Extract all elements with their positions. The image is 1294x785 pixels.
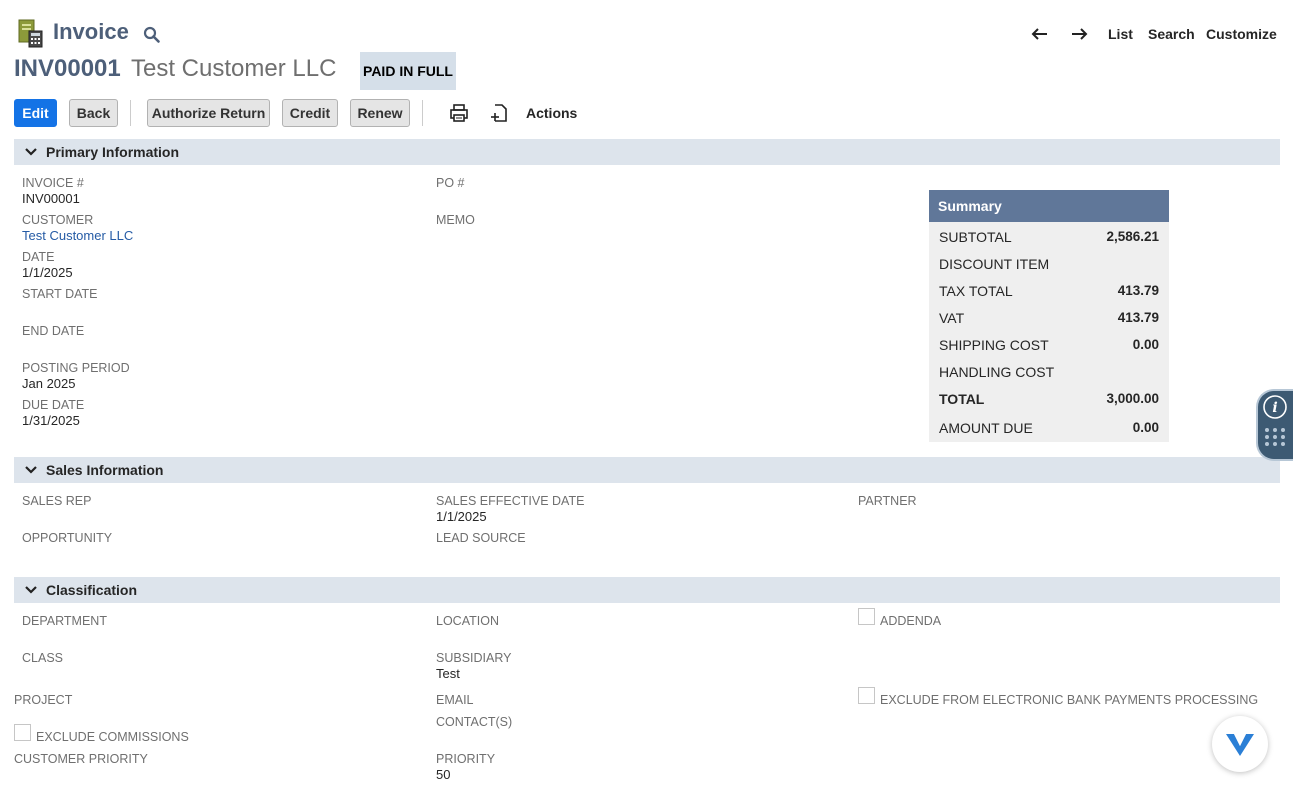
posting-period-value: Jan 2025: [22, 376, 76, 391]
print-icon[interactable]: [448, 102, 470, 124]
toolbar-divider: [130, 100, 131, 126]
invoice-number-label: INVOICE #: [22, 176, 84, 190]
summary-value: 413.79: [1117, 283, 1159, 298]
location-label: LOCATION: [436, 614, 499, 628]
status-badge: PAID IN FULL: [360, 52, 456, 90]
search-icon[interactable]: [143, 26, 161, 44]
sales-effective-date-label: SALES EFFECTIVE DATE: [436, 494, 585, 508]
summary-panel: Summary SUBTOTAL 2,586.21 DISCOUNT ITEM …: [929, 190, 1169, 442]
exclude-commissions-checkbox[interactable]: [14, 724, 31, 741]
summary-label: TOTAL: [939, 391, 985, 407]
summary-row-total: TOTAL 3,000.00: [939, 391, 1159, 407]
summary-row-shipping-cost: SHIPPING COST 0.00: [939, 337, 1159, 353]
addenda-checkbox[interactable]: [858, 608, 875, 625]
po-number-label: PO #: [436, 176, 465, 190]
summary-value: 0.00: [1132, 337, 1159, 352]
page-type-title: Invoice: [53, 19, 129, 44]
summary-title: Summary: [929, 190, 1169, 222]
contacts-label: CONTACT(S): [436, 715, 513, 729]
class-label: CLASS: [22, 651, 63, 665]
partner-label: PARTNER: [858, 494, 917, 508]
info-icon[interactable]: i: [1258, 391, 1293, 461]
back-button[interactable]: Back: [69, 99, 118, 127]
invoice-number-value: INV00001: [22, 191, 80, 206]
summary-value: 413.79: [1117, 310, 1159, 325]
chevron-down-icon: [25, 586, 37, 594]
customer-label: CUSTOMER: [22, 213, 94, 227]
actions-menu[interactable]: Actions: [526, 105, 577, 121]
email-label: EMAIL: [436, 693, 474, 707]
start-date-label: START DATE: [22, 287, 98, 301]
search-link[interactable]: Search: [1148, 26, 1195, 42]
date-value: 1/1/2025: [22, 265, 73, 280]
edit-button[interactable]: Edit: [14, 99, 57, 127]
project-label: PROJECT: [14, 693, 73, 707]
summary-label: DISCOUNT ITEM: [939, 256, 1050, 272]
summary-label: AMOUNT DUE: [939, 420, 1033, 436]
list-link[interactable]: List: [1108, 26, 1133, 42]
previous-arrow-icon[interactable]: [1030, 24, 1050, 44]
customize-link[interactable]: Customize: [1206, 26, 1277, 42]
summary-row-amount-due: AMOUNT DUE 0.00: [939, 420, 1159, 436]
due-date-value: 1/31/2025: [22, 413, 80, 428]
summary-row-handling-cost: HANDLING COST: [939, 364, 1159, 380]
credit-button[interactable]: Credit: [282, 99, 338, 127]
exclude-commissions-label: EXCLUDE COMMISSIONS: [36, 730, 189, 744]
lead-source-label: LEAD SOURCE: [436, 531, 526, 545]
chevron-down-icon: [25, 466, 37, 474]
section-sales-information[interactable]: Sales Information: [14, 457, 1280, 483]
end-date-label: END DATE: [22, 324, 85, 338]
exclude-bank-payments-checkbox[interactable]: [858, 687, 875, 704]
sales-rep-label: SALES REP: [22, 494, 92, 508]
record-name: Test Customer LLC: [131, 55, 337, 82]
memo-label: MEMO: [436, 213, 475, 227]
exclude-bank-payments-label: EXCLUDE FROM ELECTRONIC BANK PAYMENTS PR…: [880, 693, 1259, 707]
summary-label: HANDLING COST: [939, 364, 1055, 380]
department-label: DEPARTMENT: [22, 614, 107, 628]
addenda-label: ADDENDA: [880, 614, 942, 628]
authorize-return-button[interactable]: Authorize Return: [147, 99, 270, 127]
next-arrow-icon[interactable]: [1069, 24, 1089, 44]
toolbar-divider: [422, 100, 423, 126]
summary-value: 3,000.00: [1106, 391, 1159, 406]
renew-button[interactable]: Renew: [350, 99, 410, 127]
section-title: Classification: [46, 582, 138, 598]
priority-value: 50: [436, 767, 451, 782]
subsidiary-label: SUBSIDIARY: [436, 651, 512, 665]
assistant-chat-button[interactable]: [1212, 716, 1268, 772]
customer-priority-label: CUSTOMER PRIORITY: [14, 752, 148, 766]
sales-effective-date-value: 1/1/2025: [436, 509, 487, 524]
summary-label: TAX TOTAL: [939, 283, 1013, 299]
summary-row-subtotal: SUBTOTAL 2,586.21: [939, 229, 1159, 245]
record-id: INV00001: [14, 55, 121, 82]
invoice-record-icon: [18, 18, 44, 48]
customer-link[interactable]: Test Customer LLC: [22, 228, 133, 243]
side-help-widget[interactable]: i: [1256, 389, 1293, 461]
summary-label: VAT: [939, 310, 965, 326]
date-label: DATE: [22, 250, 55, 264]
summary-row-tax-total: TAX TOTAL 413.79: [939, 283, 1159, 299]
summary-label: SHIPPING COST: [939, 337, 1049, 353]
due-date-label: DUE DATE: [22, 398, 85, 412]
section-title: Sales Information: [46, 462, 164, 478]
priority-label: PRIORITY: [436, 752, 496, 766]
chevron-down-icon: [25, 148, 37, 156]
new-document-icon[interactable]: [488, 102, 510, 124]
svg-text:i: i: [1272, 400, 1277, 416]
summary-value: 2,586.21: [1106, 229, 1159, 244]
section-classification[interactable]: Classification: [14, 577, 1280, 603]
subsidiary-value: Test: [436, 666, 460, 681]
summary-label: SUBTOTAL: [939, 229, 1012, 245]
summary-row-vat: VAT 413.79: [939, 310, 1159, 326]
section-title: Primary Information: [46, 144, 180, 160]
assistant-logo-icon: [1226, 734, 1254, 756]
posting-period-label: POSTING PERIOD: [22, 361, 130, 375]
summary-value: 0.00: [1132, 420, 1159, 435]
summary-row-discount-item: DISCOUNT ITEM: [939, 256, 1159, 272]
opportunity-label: OPPORTUNITY: [22, 531, 113, 545]
section-primary-information[interactable]: Primary Information: [14, 139, 1280, 165]
